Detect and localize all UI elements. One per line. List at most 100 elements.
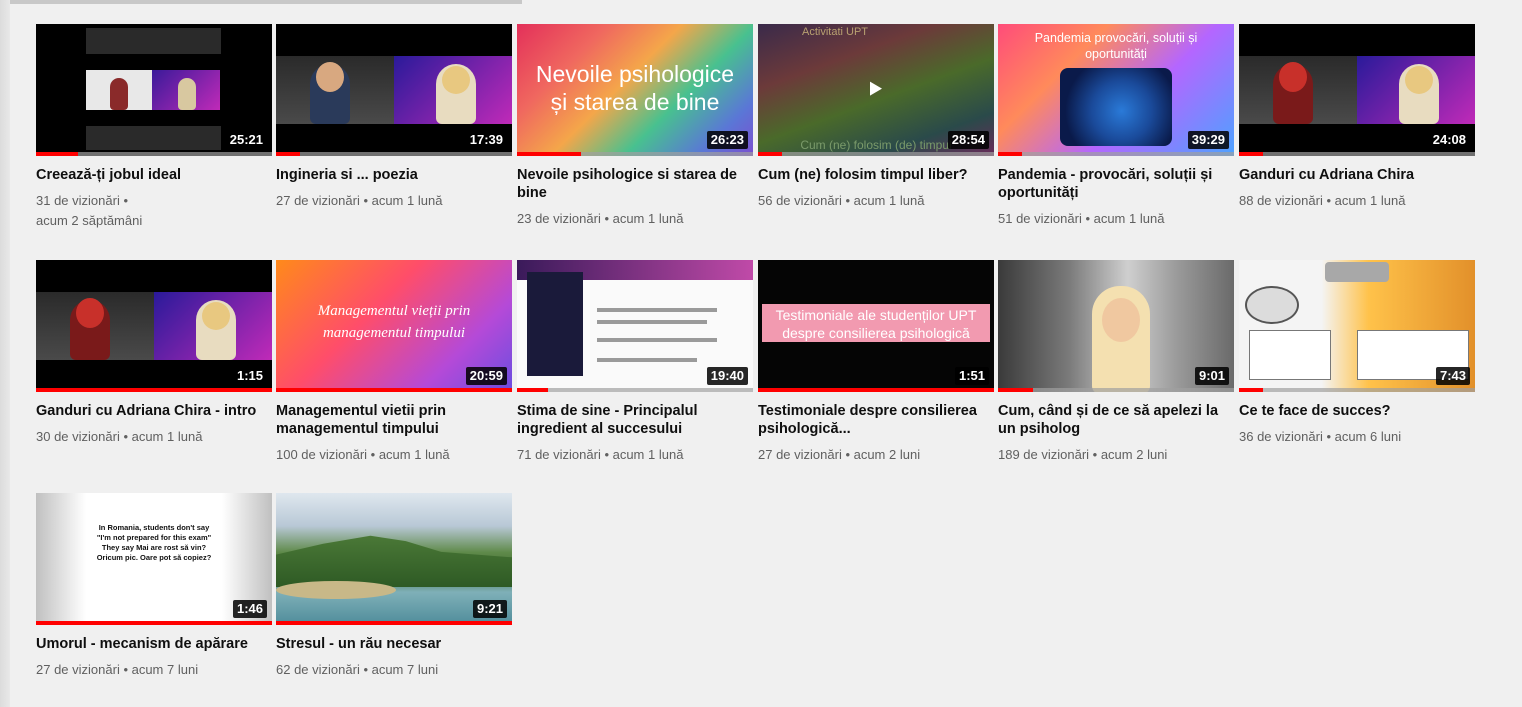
view-count: 23 de vizionări • acum 1 lună bbox=[517, 211, 684, 226]
video-card[interactable]: In Romania, students don't say "I'm not … bbox=[36, 493, 272, 680]
video-duration: 28:54 bbox=[947, 131, 989, 149]
video-card[interactable]: 9:01 Cum, când și de ce să apelezi la un … bbox=[998, 260, 1234, 465]
view-count: 51 de vizionări • acum 1 lună bbox=[998, 211, 1165, 226]
video-card[interactable]: 24:08 Ganduri cu Adriana Chira 88 de vizio… bbox=[1239, 24, 1475, 211]
person-icon bbox=[202, 302, 230, 330]
video-card[interactable]: 25:21 Creează-ți jobul ideal 31 de vizionă… bbox=[36, 24, 272, 231]
video-thumbnail[interactable]: Activitati UPT Cum (ne) folosim (de) timp… bbox=[758, 24, 994, 156]
video-thumbnail[interactable]: 25:21 bbox=[36, 24, 272, 156]
person-icon bbox=[316, 62, 344, 92]
video-metadata: 27 de vizionări • acum 1 lună bbox=[276, 191, 512, 211]
video-thumbnail[interactable]: 19:40 bbox=[517, 260, 753, 392]
watch-progress-fill bbox=[276, 388, 512, 392]
video-metadata: 51 de vizionări • acum 1 lună bbox=[998, 209, 1234, 229]
video-duration: 20:59 bbox=[465, 367, 507, 385]
thumbnail-caption: Managementul vieții prin managementul ti… bbox=[317, 303, 471, 341]
video-thumbnail[interactable]: Testimoniale ale studenților UPT despre … bbox=[758, 260, 994, 392]
view-count: 30 de vizionări • acum 1 lună bbox=[36, 429, 203, 444]
person-icon bbox=[110, 78, 128, 110]
video-title[interactable]: Creează-ți jobul ideal bbox=[36, 166, 272, 184]
watch-progress-fill bbox=[517, 152, 581, 156]
person-icon bbox=[1102, 298, 1140, 342]
video-title[interactable]: Testimoniale despre consilierea psiholog… bbox=[758, 402, 994, 438]
video-metadata: 23 de vizionări • acum 1 lună bbox=[517, 209, 753, 229]
video-duration: 9:21 bbox=[472, 600, 507, 618]
video-duration: 1:15 bbox=[232, 367, 267, 385]
watch-progress-bar bbox=[276, 388, 512, 392]
video-title[interactable]: Cum (ne) folosim timpul liber? bbox=[758, 166, 994, 184]
video-card[interactable]: 9:21 Stresul - un rău necesar 62 de vizion… bbox=[276, 493, 512, 680]
video-metadata: 88 de vizionări • acum 1 lună bbox=[1239, 191, 1475, 211]
upload-age: acum 2 săptămâni bbox=[36, 213, 143, 228]
video-card[interactable]: Activitati UPT Cum (ne) folosim (de) timp… bbox=[758, 24, 994, 211]
hill-shape bbox=[276, 535, 512, 587]
view-count: 88 de vizionări • acum 1 lună bbox=[1239, 193, 1406, 208]
video-thumbnail[interactable]: Nevoile psihologice și starea de bine 26:… bbox=[517, 24, 753, 156]
text-line bbox=[597, 358, 697, 362]
video-metadata: 27 de vizionări • acum 7 luni bbox=[36, 660, 272, 680]
watch-progress-fill bbox=[1239, 152, 1263, 156]
watch-progress-fill bbox=[758, 388, 994, 392]
thumbnail-caption: Testimoniale ale studenților UPT despre … bbox=[775, 307, 977, 341]
video-thumbnail[interactable]: Pandemia provocări, soluții și oportunit… bbox=[998, 24, 1234, 156]
video-card[interactable]: 19:40 Stima de sine - Principalul ingredi… bbox=[517, 260, 753, 465]
watch-progress-bar bbox=[998, 152, 1234, 156]
video-title[interactable]: Pandemia - provocări, soluții și oportun… bbox=[998, 166, 1234, 202]
video-title[interactable]: Managementul vietii prin managementul ti… bbox=[276, 402, 512, 438]
video-card[interactable]: 1:15 Ganduri cu Adriana Chira - intro 30 d… bbox=[36, 260, 272, 447]
watch-progress-bar bbox=[36, 621, 272, 625]
watch-progress-bar bbox=[36, 152, 272, 156]
video-duration: 1:46 bbox=[232, 600, 267, 618]
watch-progress-bar bbox=[1239, 152, 1475, 156]
video-metadata: 36 de vizionări • acum 6 luni bbox=[1239, 427, 1475, 447]
video-title[interactable]: Ganduri cu Adriana Chira - intro bbox=[36, 402, 272, 420]
view-count: 31 de vizionări • bbox=[36, 193, 128, 208]
video-metadata: 31 de vizionări • acum 2 săptămâni bbox=[36, 191, 272, 231]
text-line bbox=[597, 308, 717, 312]
globe-image bbox=[1060, 68, 1172, 146]
video-card[interactable]: Pandemia provocări, soluții și oportunit… bbox=[998, 24, 1234, 229]
video-duration: 19:40 bbox=[706, 367, 748, 385]
text-line bbox=[597, 338, 717, 342]
video-title[interactable]: Ce te face de succes? bbox=[1239, 402, 1475, 420]
person-icon bbox=[1279, 62, 1307, 92]
video-title[interactable]: Nevoile psihologice si starea de bine bbox=[517, 166, 753, 202]
video-thumbnail[interactable]: 24:08 bbox=[1239, 24, 1475, 156]
video-duration: 24:08 bbox=[1428, 131, 1470, 149]
sidebar-edge bbox=[0, 0, 10, 707]
thumbnail-caption: In Romania, students don't say "I'm not … bbox=[96, 523, 212, 562]
view-count: 62 de vizionări • acum 7 luni bbox=[276, 662, 439, 677]
video-title[interactable]: Stima de sine - Principalul ingredient a… bbox=[517, 402, 753, 438]
watch-progress-fill bbox=[276, 621, 512, 625]
view-count: 71 de vizionări • acum 1 lună bbox=[517, 447, 684, 462]
video-card[interactable]: Testimoniale ale studenților UPT despre … bbox=[758, 260, 994, 465]
video-thumbnail[interactable]: 1:15 bbox=[36, 260, 272, 392]
view-count: 56 de vizionări • acum 1 lună bbox=[758, 193, 925, 208]
watch-progress-bar bbox=[276, 621, 512, 625]
video-thumbnail[interactable]: In Romania, students don't say "I'm not … bbox=[36, 493, 272, 625]
video-card[interactable]: Managementul vieții prin managementul ti… bbox=[276, 260, 512, 465]
frame-band bbox=[86, 28, 221, 54]
watch-progress-fill bbox=[998, 152, 1022, 156]
video-title[interactable]: Ganduri cu Adriana Chira bbox=[1239, 166, 1475, 184]
video-thumbnail[interactable]: 17:39 bbox=[276, 24, 512, 156]
graphic bbox=[1245, 286, 1299, 324]
watch-progress-bar bbox=[998, 388, 1234, 392]
video-card[interactable]: Nevoile psihologice și starea de bine 26:… bbox=[517, 24, 753, 229]
video-thumbnail[interactable]: 9:01 bbox=[998, 260, 1234, 392]
video-title[interactable]: Cum, când și de ce să apelezi la un psih… bbox=[998, 402, 1234, 438]
watch-progress-fill bbox=[36, 152, 79, 156]
video-title[interactable]: Umorul - mecanism de apărare bbox=[36, 635, 272, 653]
video-thumbnail[interactable]: 7:43 bbox=[1239, 260, 1475, 392]
watch-progress-bar bbox=[758, 152, 994, 156]
play-icon bbox=[870, 81, 882, 96]
video-thumbnail[interactable]: 9:21 bbox=[276, 493, 512, 625]
watch-progress-fill bbox=[36, 621, 272, 625]
video-title[interactable]: Stresul - un rău necesar bbox=[276, 635, 512, 653]
watch-progress-bar bbox=[276, 152, 512, 156]
video-card[interactable]: 7:43 Ce te face de succes? 36 de vizionări… bbox=[1239, 260, 1475, 447]
video-metadata: 100 de vizionări • acum 1 lună bbox=[276, 445, 512, 465]
video-thumbnail[interactable]: Managementul vieții prin managementul ti… bbox=[276, 260, 512, 392]
video-title[interactable]: Ingineria si ... poezia bbox=[276, 166, 512, 184]
video-card[interactable]: 17:39 Ingineria si ... poezia 27 de vizion… bbox=[276, 24, 512, 211]
